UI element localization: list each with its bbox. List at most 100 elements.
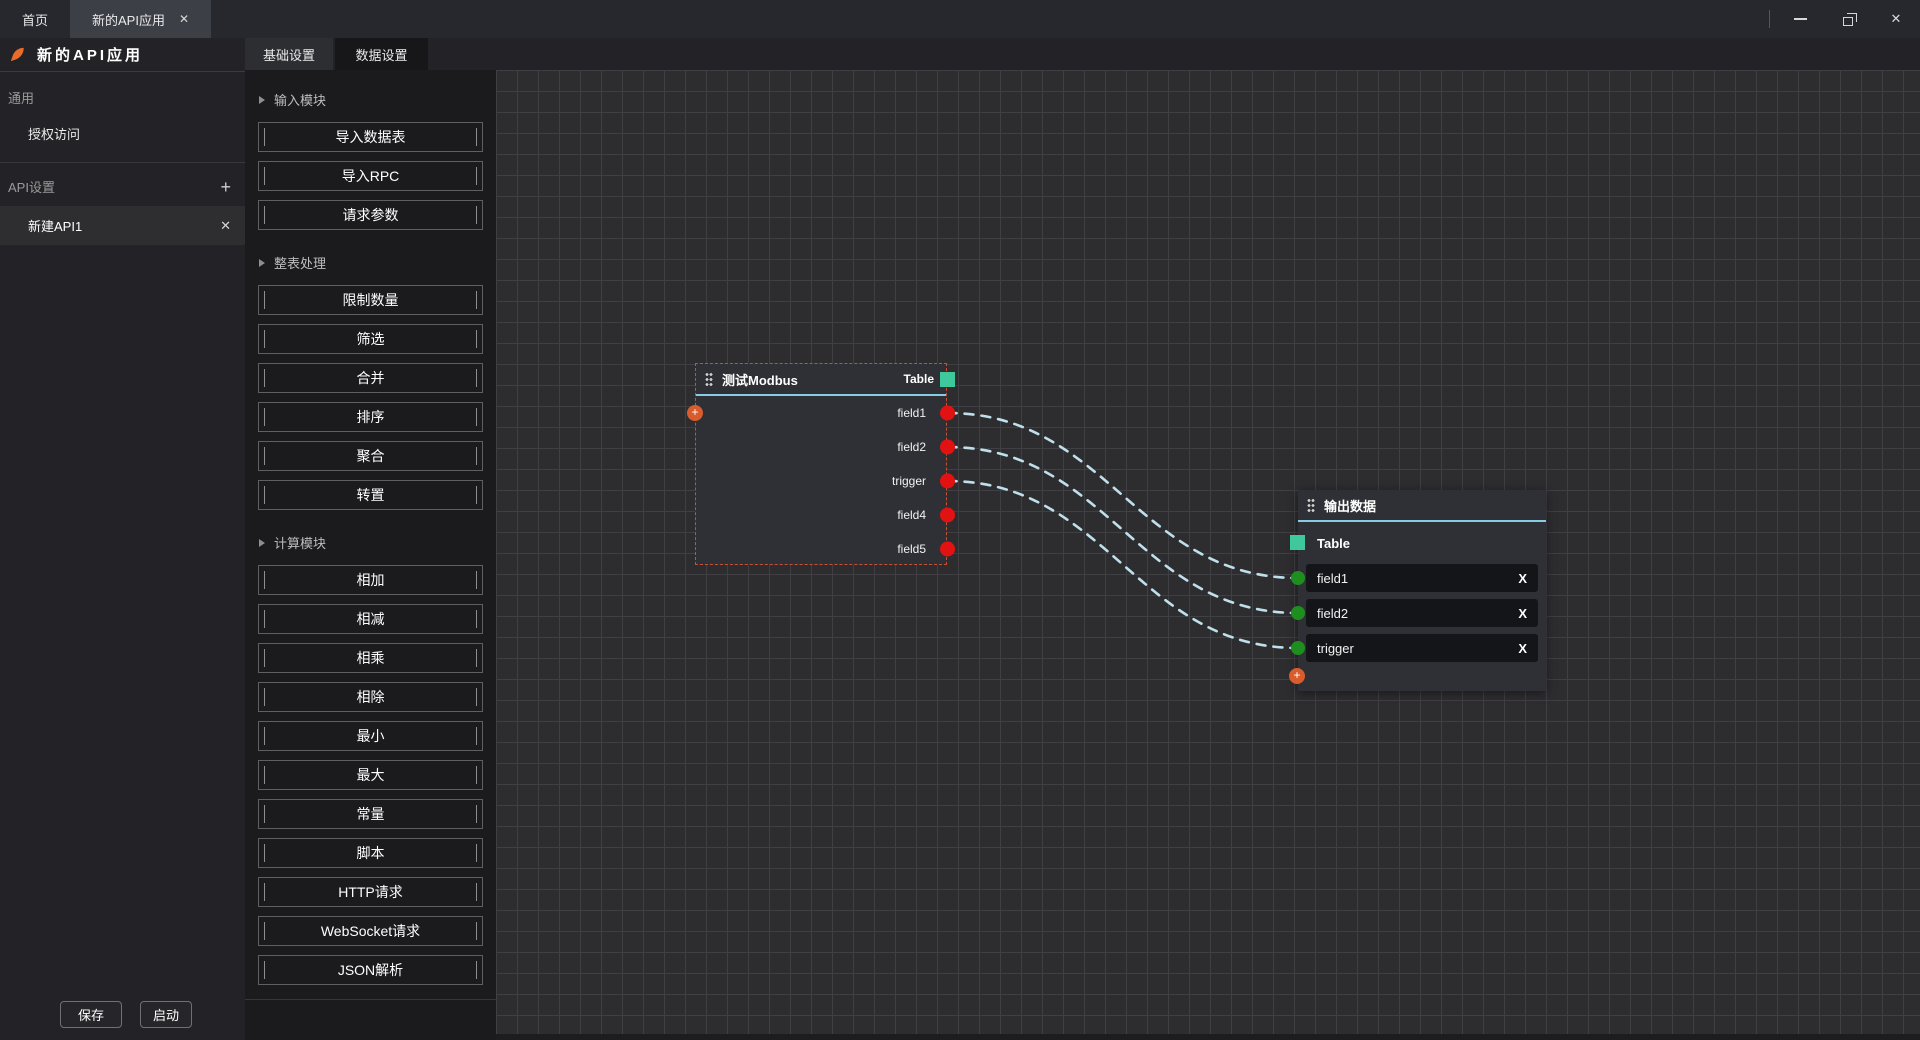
node-test-modbus[interactable]: 测试Modbus Table + field1 field2 trigger f… — [695, 363, 947, 565]
node-type-label: Table — [1317, 536, 1350, 551]
node-output-data[interactable]: 输出数据 Table field1 X field2 X trigger X — [1298, 490, 1546, 691]
panel-divider — [245, 999, 496, 1000]
module-button[interactable]: 相减 — [258, 604, 483, 634]
api-item-label: 新建API1 — [28, 216, 82, 235]
output-port[interactable] — [940, 440, 955, 455]
minimize-button[interactable] — [1776, 0, 1824, 38]
field-row: field5 — [696, 532, 946, 566]
field-label: trigger — [1317, 641, 1354, 656]
group-header[interactable]: 整表处理 — [245, 239, 496, 285]
connection-wire[interactable] — [948, 481, 1299, 648]
node-fields: field1 field2 trigger field4 field5 — [696, 396, 946, 566]
module-group-compute: 计算模块 相加相减相乘相除最小最大常量脚本 HTTP请求 WebSocket请求 JS… — [245, 519, 496, 985]
add-output-field-button[interactable]: + — [1289, 668, 1305, 684]
module-button[interactable]: 脚本 — [258, 838, 483, 868]
group-header[interactable]: 计算模块 — [245, 519, 496, 565]
restore-button[interactable] — [1824, 0, 1872, 38]
input-port[interactable] — [1291, 641, 1305, 655]
restore-icon — [1843, 17, 1853, 26]
field-label: trigger — [892, 474, 926, 488]
field-row: field4 — [696, 498, 946, 532]
close-icon: ✕ — [1891, 11, 1902, 27]
module-button[interactable]: HTTP请求 — [258, 877, 483, 907]
api-item-close-icon[interactable]: ✕ — [220, 218, 231, 234]
module-button[interactable]: 相加 — [258, 565, 483, 595]
connection-wire[interactable] — [948, 447, 1299, 613]
canvas-scrollbar[interactable] — [496, 1034, 1920, 1040]
output-field-row[interactable]: trigger X — [1306, 634, 1538, 662]
collapse-arrow-icon — [259, 96, 265, 104]
table-type-square[interactable] — [1290, 535, 1305, 550]
module-button[interactable]: 相除 — [258, 682, 483, 712]
module-button[interactable]: 筛选 — [258, 324, 483, 354]
field-label: field2 — [897, 440, 926, 454]
module-button[interactable]: 相乘 — [258, 643, 483, 673]
remove-field-icon[interactable]: X — [1518, 606, 1527, 621]
output-field-row[interactable]: field2 X — [1306, 599, 1538, 627]
module-group-table: 整表处理 限制数量筛选合并排序聚合转置 — [245, 239, 496, 510]
module-button[interactable]: JSON解析 — [258, 955, 483, 985]
node-title: 输出数据 — [1324, 496, 1376, 515]
minimize-icon — [1794, 18, 1807, 20]
node-type-row: Table — [1298, 528, 1546, 558]
sidebar-item-auth-access[interactable]: 授权访问 — [0, 107, 245, 160]
remove-field-icon[interactable]: X — [1518, 641, 1527, 656]
output-field-row[interactable]: field1 X — [1306, 564, 1538, 592]
group-label: 计算模块 — [274, 533, 326, 552]
output-port[interactable] — [940, 406, 955, 421]
sidebar-header: 新的API应用 — [0, 38, 245, 72]
output-port[interactable] — [940, 474, 955, 489]
tab-close-icon[interactable]: ✕ — [179, 12, 189, 26]
add-api-icon[interactable]: + — [220, 180, 231, 194]
module-button[interactable]: 聚合 — [258, 441, 483, 471]
module-button[interactable]: 限制数量 — [258, 285, 483, 315]
sidebar-item-new-api1[interactable]: 新建API1 ✕ — [0, 206, 245, 245]
module-button[interactable]: 导入RPC — [258, 161, 483, 191]
table-type-square[interactable] — [940, 372, 955, 387]
remove-field-icon[interactable]: X — [1518, 571, 1527, 586]
sidebar: 新的API应用 通用 授权访问 API设置 + 新建API1 ✕ 保存 启动 — [0, 38, 245, 1040]
field-row: field1 — [696, 396, 946, 430]
field-row: trigger — [696, 464, 946, 498]
module-button[interactable]: 排序 — [258, 402, 483, 432]
module-button[interactable]: 最大 — [258, 760, 483, 790]
field-label: field1 — [1317, 571, 1348, 586]
output-port[interactable] — [940, 508, 955, 523]
titlebar: 首页 新的API应用 ✕ ✕ — [0, 0, 1920, 38]
input-port[interactable] — [1291, 606, 1305, 620]
field-label: field5 — [897, 542, 926, 556]
field-label: field4 — [897, 508, 926, 522]
group-header[interactable]: 输入模块 — [245, 76, 496, 122]
collapse-arrow-icon — [259, 259, 265, 267]
module-button[interactable]: 请求参数 — [258, 200, 483, 230]
drag-handle-icon[interactable] — [1307, 498, 1315, 512]
window-controls-divider — [1769, 10, 1770, 28]
module-button[interactable]: WebSocket请求 — [258, 916, 483, 946]
module-button[interactable]: 常量 — [258, 799, 483, 829]
collapse-arrow-icon — [259, 539, 265, 547]
titlebar-tab-api-app[interactable]: 新的API应用 ✕ — [70, 0, 211, 38]
module-group-input: 输入模块 导入数据表导入RPC 请求参数 — [245, 76, 496, 230]
node-header[interactable]: 输出数据 — [1298, 490, 1546, 520]
input-port[interactable] — [1291, 571, 1305, 585]
close-button[interactable]: ✕ — [1872, 0, 1920, 38]
node-header[interactable]: 测试Modbus Table — [696, 364, 946, 394]
flow-canvas[interactable]: 测试Modbus Table + field1 field2 trigger f… — [496, 70, 1920, 1040]
output-port[interactable] — [940, 542, 955, 557]
api-settings-header: API设置 + — [0, 163, 245, 206]
module-button[interactable]: 合并 — [258, 363, 483, 393]
module-button[interactable]: 最小 — [258, 721, 483, 751]
output-field-rows: field1 X field2 X trigger X — [1298, 558, 1546, 662]
drag-handle-icon[interactable] — [705, 372, 713, 386]
connection-wire[interactable] — [948, 413, 1299, 578]
save-button[interactable]: 保存 — [60, 1001, 122, 1028]
module-button[interactable]: 转置 — [258, 480, 483, 510]
module-button[interactable]: 导入数据表 — [258, 122, 483, 152]
tab-basic-settings[interactable]: 基础设置 — [245, 38, 333, 70]
group-label: 整表处理 — [274, 253, 326, 272]
titlebar-tab-home[interactable]: 首页 — [0, 0, 70, 38]
start-button[interactable]: 启动 — [140, 1001, 192, 1028]
app-title: 新的API应用 — [37, 44, 143, 65]
add-input-port-button[interactable]: + — [687, 405, 703, 421]
tab-data-settings[interactable]: 数据设置 — [335, 38, 428, 70]
